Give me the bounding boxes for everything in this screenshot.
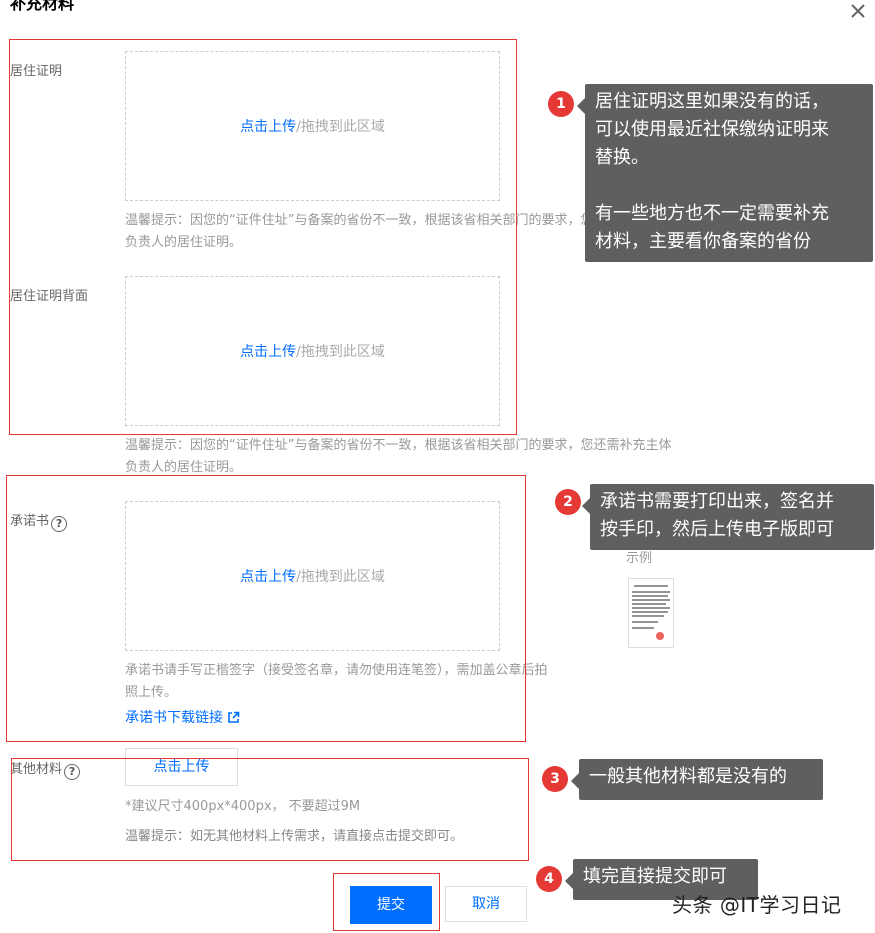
watermark: 头条 @IT学习日记 <box>672 893 842 917</box>
callout-1-line5: 材料，主要看你备案的省份 <box>595 231 811 252</box>
callout-1-line1: 居住证明这里如果没有的话， <box>595 91 829 112</box>
cancel-button[interactable]: 取消 <box>445 886 527 922</box>
residence-back-hint: 温馨提示：因您的“证件住址”与备案的省份不一致，根据该省相关部门的要求，您还需补… <box>125 435 765 479</box>
annotation-callout-3: 一般其他材料都是没有的 <box>571 759 823 800</box>
callout-1-line2: 可以使用最近社保缴纳证明来 <box>595 119 829 140</box>
annotation-badge-4: 4 <box>536 866 562 892</box>
annotation-badge-3: 3 <box>542 766 568 792</box>
callout-2-line1: 承诺书需要打印出来，签名并 <box>600 491 834 512</box>
annotation-box-2 <box>6 475 526 742</box>
residence-back-hint-line1: 温馨提示：因您的“证件住址”与备案的省份不一致，根据该省相关部门的要求，您还需补… <box>125 438 672 453</box>
callout-1-line3: 替换。 <box>595 147 649 168</box>
callout-3-text: 一般其他材料都是没有的 <box>589 766 787 787</box>
callout-1-line4: 有一些地方也不一定需要补充 <box>595 203 829 224</box>
close-icon[interactable] <box>849 2 867 20</box>
annotation-badge-1: 1 <box>548 91 574 117</box>
dialog-title: 补充材料 <box>10 0 75 13</box>
annotation-callout-1: 居住证明这里如果没有的话， 可以使用最近社保缴纳证明来 替换。 有一些地方也不一… <box>577 84 873 262</box>
annotation-box-1 <box>9 39 517 435</box>
callout-2-line2: 按手印，然后上传电子版即可 <box>600 519 834 540</box>
annotation-box-4 <box>333 873 440 931</box>
callout-4-text: 填完直接提交即可 <box>583 866 727 887</box>
example-document-thumbnail[interactable] <box>628 578 674 648</box>
annotation-callout-2: 承诺书需要打印出来，签名并 按手印，然后上传电子版即可 <box>582 484 874 550</box>
annotation-badge-2: 2 <box>555 489 581 515</box>
example-label: 示例 <box>626 551 653 566</box>
annotation-box-3 <box>11 758 529 861</box>
